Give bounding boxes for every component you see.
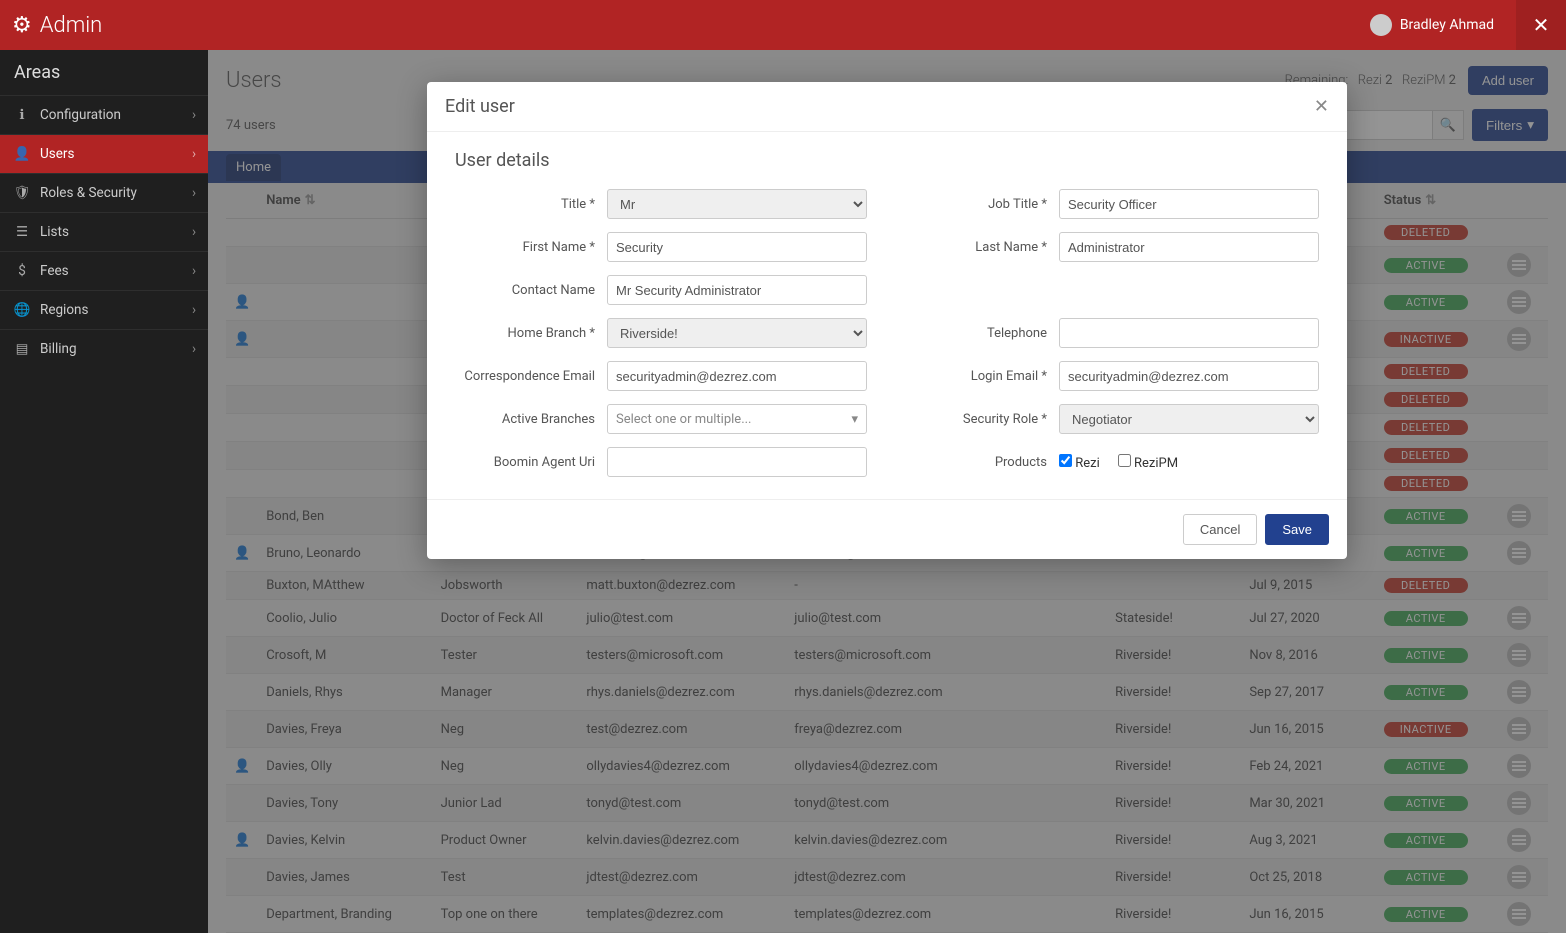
sidebar-item-label: Billing — [40, 341, 77, 357]
sidebar-item-fees[interactable]: $ Fees › — [0, 251, 208, 290]
sidebar-item-label: Roles & Security — [40, 185, 137, 201]
save-button[interactable]: Save — [1265, 514, 1329, 545]
chevron-right-icon: › — [192, 107, 196, 123]
home-branch-select[interactable]: Riverside! — [607, 318, 867, 348]
label-active: Active Branches — [455, 412, 595, 427]
billing-icon: ▤ — [14, 341, 30, 357]
regions-icon: 🌐 — [14, 302, 30, 318]
boomin-uri-input[interactable] — [607, 447, 867, 477]
cancel-button[interactable]: Cancel — [1183, 514, 1257, 545]
sidebar-item-regions[interactable]: 🌐 Regions › — [0, 290, 208, 329]
users-icon: 👤 — [14, 146, 30, 162]
rezi-checkbox[interactable] — [1059, 454, 1072, 467]
main: Users Remaining: Rezi 2 ReziPM 2 Add use… — [208, 50, 1566, 933]
fees-icon: $ — [14, 263, 30, 279]
sidebar-heading: Areas — [0, 50, 208, 95]
sidebar-item-roles-security[interactable]: 🛡 Roles & Security › — [0, 173, 208, 212]
label-lemail: Login Email * — [907, 369, 1047, 384]
active-branches-select[interactable]: Select one or multiple...▾ — [607, 404, 867, 434]
correspondence-email-input[interactable] — [607, 361, 867, 391]
configuration-icon: ℹ — [14, 107, 30, 123]
chevron-right-icon: › — [192, 263, 196, 279]
label-tel: Telephone — [907, 326, 1047, 341]
label-branch: Home Branch * — [455, 326, 595, 341]
label-boomin: Boomin Agent Uri — [455, 455, 595, 470]
edit-user-modal: Edit user ✕ User details Title * Mr Job T… — [427, 82, 1347, 559]
sidebar-item-label: Users — [40, 146, 74, 162]
modal-title: Edit user — [445, 96, 515, 117]
avatar — [1370, 14, 1392, 36]
modal-close-button[interactable]: ✕ — [1314, 96, 1329, 117]
roles & security-icon: 🛡 — [14, 185, 30, 201]
close-button[interactable]: ✕ — [1516, 0, 1566, 50]
label-cemail: Correspondence Email — [455, 369, 595, 384]
label-contact: Contact Name — [455, 283, 595, 298]
chevron-right-icon: › — [192, 185, 196, 201]
user-name: Bradley Ahmad — [1400, 17, 1494, 33]
label-products: Products — [907, 455, 1047, 470]
chevron-right-icon: › — [192, 224, 196, 240]
title-select[interactable]: Mr — [607, 189, 867, 219]
sidebar-item-label: Regions — [40, 302, 88, 318]
contact-name-input[interactable] — [607, 275, 867, 305]
sidebar-item-label: Fees — [40, 263, 69, 279]
sidebar-item-configuration[interactable]: ℹ Configuration › — [0, 95, 208, 134]
chevron-right-icon: › — [192, 302, 196, 318]
job-title-input[interactable] — [1059, 189, 1319, 219]
login-email-input[interactable] — [1059, 361, 1319, 391]
gear-icon: ⚙ — [12, 13, 32, 38]
label-job: Job Title * — [907, 197, 1047, 212]
section-title: User details — [455, 150, 1319, 171]
app-title: Admin — [40, 13, 103, 38]
sidebar: Areas ℹ Configuration › 👤 Users › 🛡 Roles & Sec… — [0, 50, 208, 933]
topbar: ⚙ Admin Bradley Ahmad ✕ — [0, 0, 1566, 50]
label-last: Last Name * — [907, 240, 1047, 255]
chevron-right-icon: › — [192, 146, 196, 162]
lists-icon: ☰ — [14, 224, 30, 240]
security-role-select[interactable]: Negotiator — [1059, 404, 1319, 434]
sidebar-item-lists[interactable]: ☰ Lists › — [0, 212, 208, 251]
sidebar-item-billing[interactable]: ▤ Billing › — [0, 329, 208, 368]
rezipm-checkbox[interactable] — [1118, 454, 1131, 467]
sidebar-item-label: Configuration — [40, 107, 121, 123]
sidebar-item-label: Lists — [40, 224, 69, 240]
chevron-right-icon: › — [192, 341, 196, 357]
label-first: First Name * — [455, 240, 595, 255]
first-name-input[interactable] — [607, 232, 867, 262]
label-role: Security Role * — [907, 412, 1047, 427]
telephone-input[interactable] — [1059, 318, 1319, 348]
sidebar-item-users[interactable]: 👤 Users › — [0, 134, 208, 173]
user-chip[interactable]: Bradley Ahmad — [1370, 14, 1504, 36]
caret-down-icon: ▾ — [851, 412, 858, 427]
last-name-input[interactable] — [1059, 232, 1319, 262]
label-title: Title * — [455, 197, 595, 212]
